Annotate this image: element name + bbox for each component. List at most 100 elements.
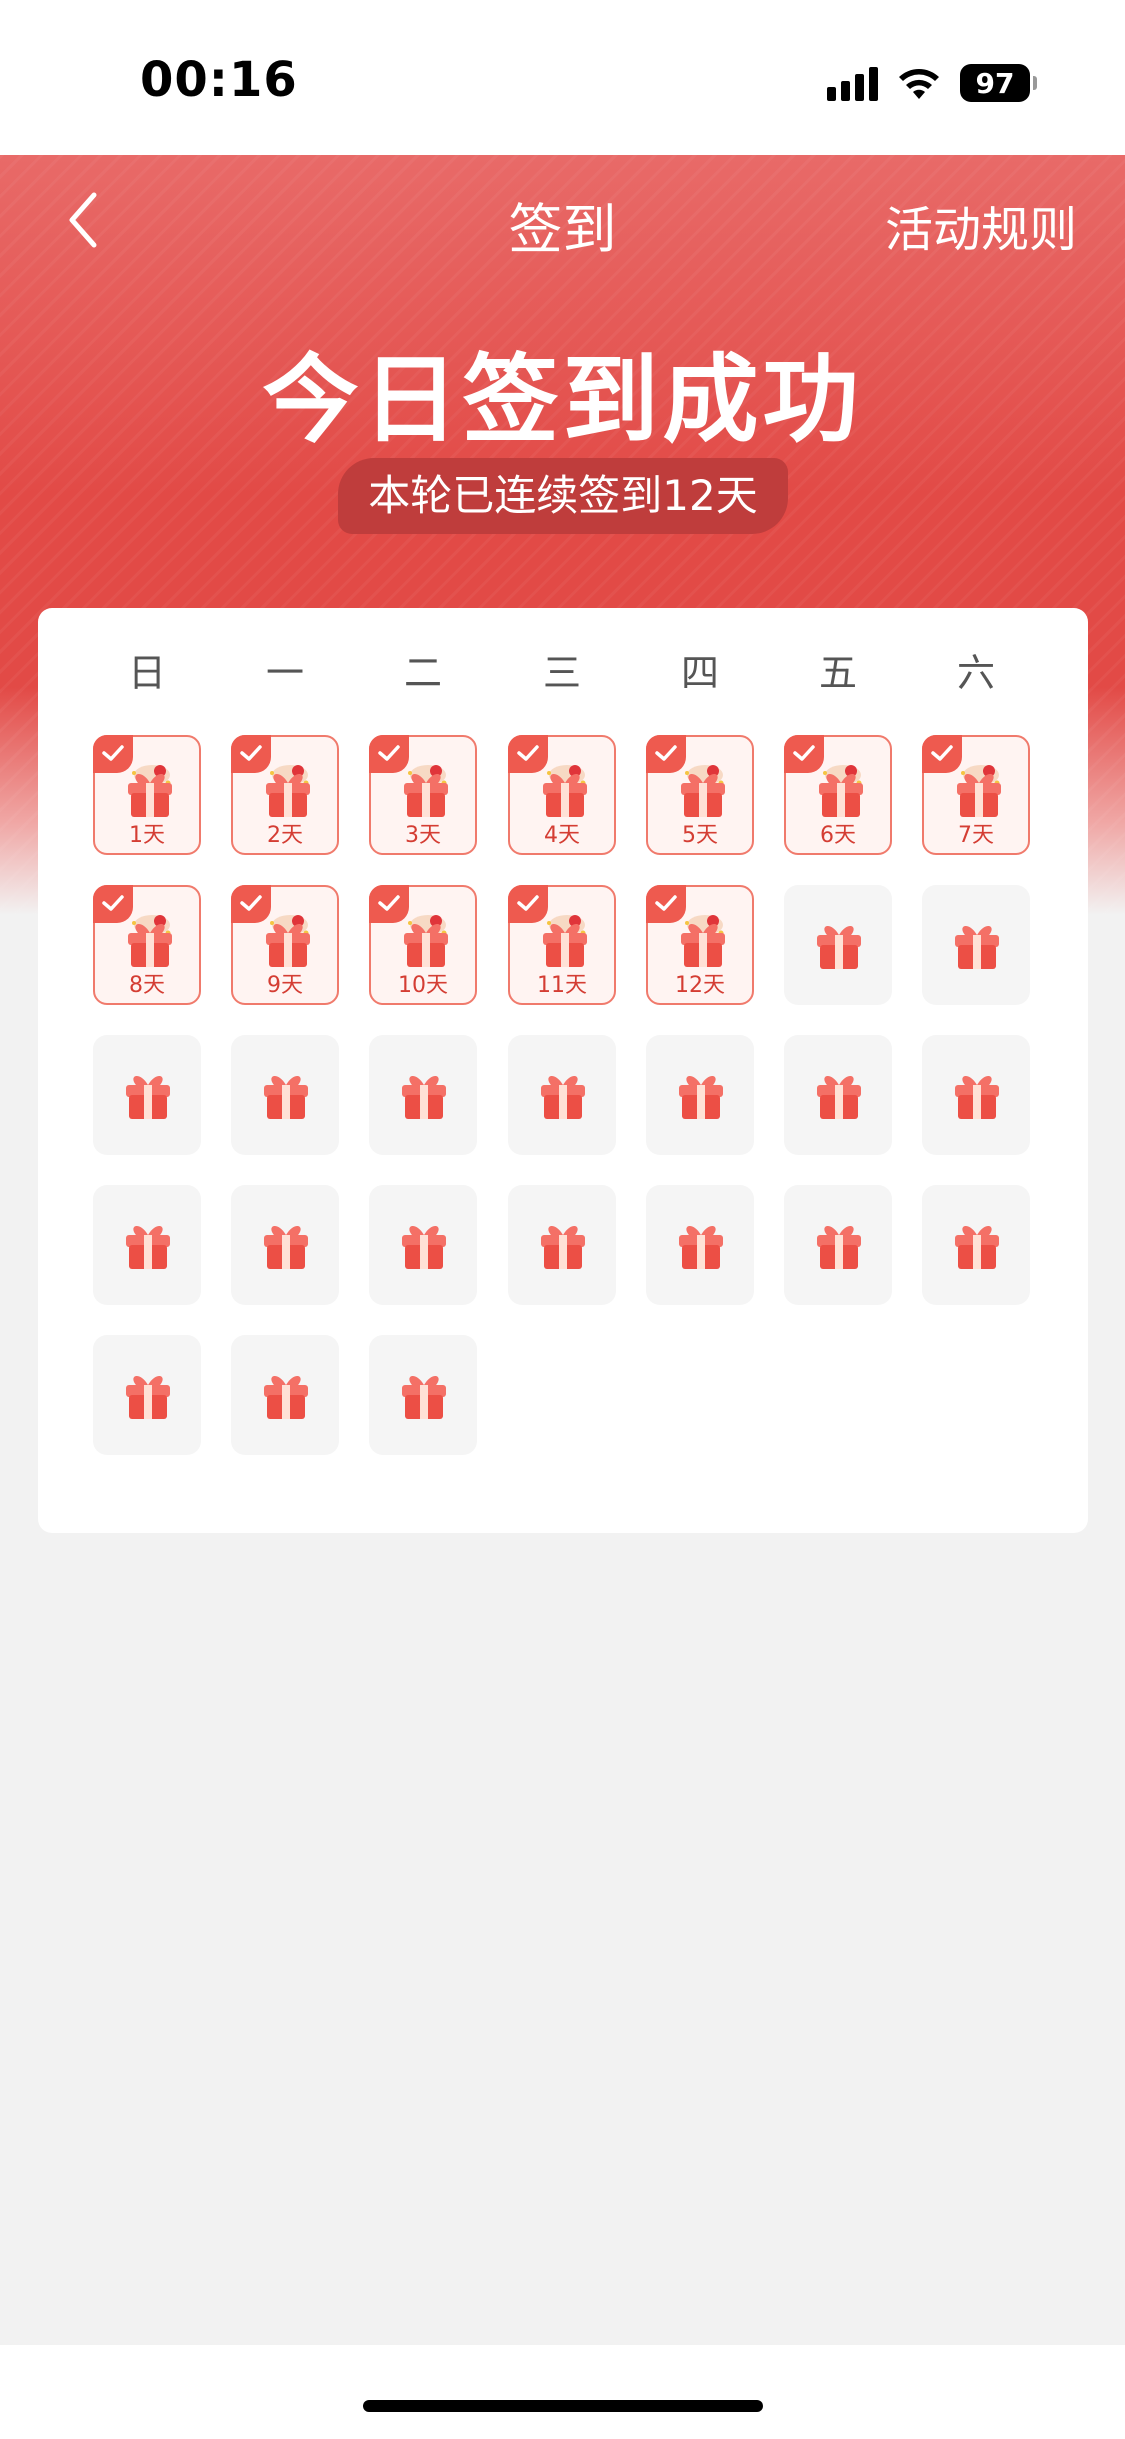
gift-icon [949, 913, 1005, 973]
check-icon [369, 885, 409, 923]
calendar-day-cell[interactable] [508, 1035, 616, 1155]
activity-rules-link[interactable]: 活动规则 [885, 190, 1077, 260]
gift-icon [535, 1213, 591, 1273]
gift-icon [396, 1213, 452, 1273]
calendar-day-cell[interactable]: 11天 [508, 885, 616, 1005]
calendar-day-cell[interactable] [231, 1185, 339, 1305]
day-label: 10天 [398, 973, 448, 998]
calendar-day-cell[interactable] [922, 1185, 1030, 1305]
check-icon [508, 885, 548, 923]
gift-icon [949, 1213, 1005, 1273]
status-icons: 97 [827, 60, 1037, 106]
calendar-day-cell[interactable] [93, 1335, 201, 1455]
gift-icon [675, 761, 731, 821]
weekday-wed: 三 [542, 651, 581, 695]
calendar-day-cell[interactable]: 12天 [646, 885, 754, 1005]
day-label: 5天 [682, 823, 718, 848]
gift-icon [120, 1063, 176, 1123]
calendar-day-cell[interactable] [646, 1035, 754, 1155]
calendar-day-cell[interactable]: 4天 [508, 735, 616, 855]
weekday-fri: 五 [818, 651, 857, 695]
calendar-day-cell[interactable] [922, 885, 1030, 1005]
calendar-day-cell[interactable]: 1天 [93, 735, 201, 855]
gift-icon [537, 911, 593, 971]
check-icon [784, 735, 824, 773]
day-label: 11天 [537, 973, 587, 998]
check-icon [922, 735, 962, 773]
gift-icon [260, 761, 316, 821]
weekday-header: 日 一 二 三 四 五 六 [0, 630, 1125, 700]
day-label: 6天 [820, 823, 856, 848]
check-icon [93, 885, 133, 923]
wifi-icon [899, 69, 939, 99]
gift-icon [398, 761, 454, 821]
calendar-day-cell[interactable] [369, 1035, 477, 1155]
calendar-day-cell[interactable]: 5天 [646, 735, 754, 855]
battery-icon: 97 [960, 64, 1037, 102]
calendar-day-cell[interactable] [231, 1335, 339, 1455]
status-time: 00:16 [140, 52, 298, 108]
gift-icon [811, 1063, 867, 1123]
day-label: 4天 [544, 823, 580, 848]
calendar-day-cell[interactable]: 10天 [369, 885, 477, 1005]
calendar-day-cell[interactable] [231, 1035, 339, 1155]
calendar-day-cell[interactable]: 3天 [369, 735, 477, 855]
day-label: 3天 [405, 823, 441, 848]
checkin-success-title: 今日签到成功 [262, 344, 863, 456]
gift-icon [120, 1363, 176, 1423]
gift-icon [537, 761, 593, 821]
gift-icon [258, 1363, 314, 1423]
gift-icon [396, 1063, 452, 1123]
gift-icon [673, 1213, 729, 1273]
streak-badge: 本轮已连续签到12天 [338, 458, 788, 534]
calendar-day-cell[interactable]: 6天 [784, 735, 892, 855]
gift-icon [120, 1213, 176, 1273]
gift-icon [396, 1363, 452, 1423]
day-label: 9天 [267, 973, 303, 998]
day-label: 8天 [129, 973, 165, 998]
calendar-day-cell[interactable] [93, 1185, 201, 1305]
gift-icon [949, 1063, 1005, 1123]
day-label: 12天 [675, 973, 725, 998]
gift-icon [951, 761, 1007, 821]
check-icon [646, 735, 686, 773]
status-bar: 00:16 97 [0, 0, 1125, 155]
home-indicator-area [0, 2345, 1125, 2439]
gift-icon [258, 1213, 314, 1273]
weekday-sun: 日 [127, 651, 166, 695]
home-indicator[interactable] [363, 2400, 763, 2412]
gift-icon [813, 761, 869, 821]
gift-icon [398, 911, 454, 971]
calendar-day-cell[interactable] [369, 1335, 477, 1455]
gift-icon [122, 761, 178, 821]
day-label: 2天 [267, 823, 303, 848]
check-icon [508, 735, 548, 773]
weekday-thu: 四 [680, 651, 719, 695]
calendar-day-cell[interactable] [784, 885, 892, 1005]
gift-icon [811, 1213, 867, 1273]
calendar-day-cell[interactable]: 9天 [231, 885, 339, 1005]
gift-icon [260, 911, 316, 971]
gift-icon [535, 1063, 591, 1123]
check-icon [93, 735, 133, 773]
calendar-day-cell[interactable] [93, 1035, 201, 1155]
check-icon [369, 735, 409, 773]
gift-icon [673, 1063, 729, 1123]
gift-icon [675, 911, 731, 971]
calendar-day-cell[interactable] [922, 1035, 1030, 1155]
weekday-mon: 一 [265, 651, 304, 695]
check-icon [231, 885, 271, 923]
check-icon [231, 735, 271, 773]
gift-icon [122, 911, 178, 971]
day-label: 7天 [958, 823, 994, 848]
calendar-day-cell[interactable] [784, 1185, 892, 1305]
weekday-sat: 六 [956, 651, 995, 695]
gift-icon [258, 1063, 314, 1123]
calendar-day-cell[interactable] [784, 1035, 892, 1155]
calendar-day-cell[interactable] [646, 1185, 754, 1305]
calendar-day-cell[interactable] [369, 1185, 477, 1305]
calendar-day-cell[interactable] [508, 1185, 616, 1305]
calendar-day-cell[interactable]: 2天 [231, 735, 339, 855]
calendar-day-cell[interactable]: 8天 [93, 885, 201, 1005]
calendar-day-cell[interactable]: 7天 [922, 735, 1030, 855]
